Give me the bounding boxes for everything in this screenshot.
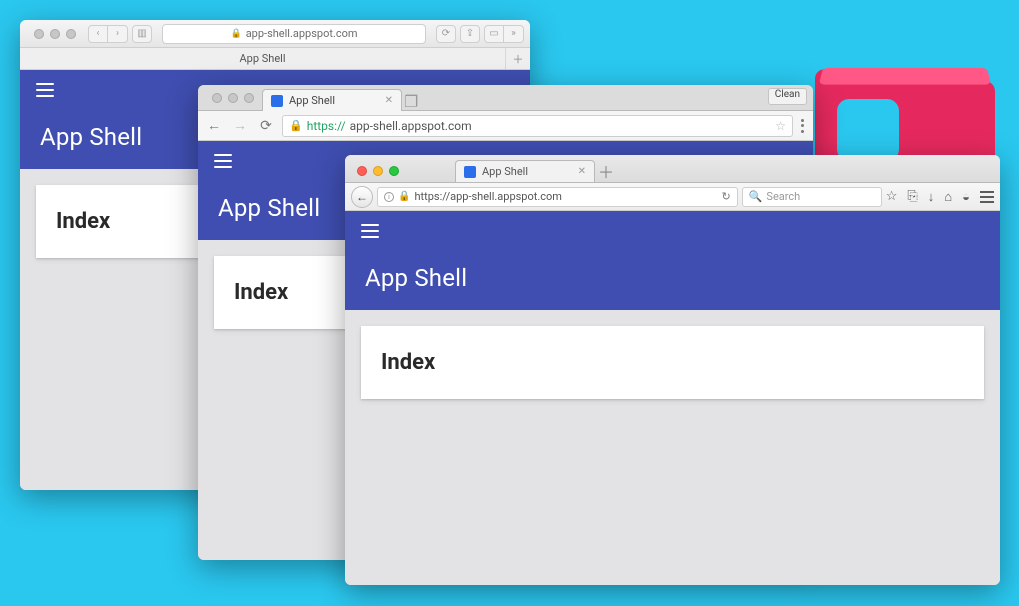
- safari-toolbar: ‹ › ▥ 🔒 app-shell.appspot.com ⟳ ⇪ ▭ »: [20, 20, 530, 48]
- tab-title: App Shell: [482, 165, 528, 178]
- bookmark-star-icon[interactable]: ☆: [775, 119, 786, 133]
- sidebar-button[interactable]: ▥: [132, 25, 152, 43]
- overflow-button[interactable]: »: [504, 25, 524, 43]
- browser-tab[interactable]: App Shell ✕: [262, 89, 402, 111]
- firefox-toolbar: ← i 🔒 https://app-shell.appspot.com ↻ 🔍 …: [345, 183, 1000, 211]
- app-title: App Shell: [365, 264, 984, 292]
- reload-button[interactable]: ⟳: [436, 25, 456, 43]
- chrome-toolbar: ← → ⟳ 🔒 https:// app-shell.appspot.com ☆: [198, 111, 813, 141]
- search-bar[interactable]: 🔍 Search: [742, 187, 882, 207]
- info-icon[interactable]: i: [384, 192, 394, 202]
- card-title: Index: [381, 350, 964, 375]
- lock-icon: 🔒: [230, 29, 241, 39]
- minimize-window-button[interactable]: [373, 166, 383, 176]
- share-button[interactable]: ⇪: [460, 25, 480, 43]
- new-tab-button[interactable]: ＋: [506, 48, 530, 69]
- tab-title: App Shell: [289, 94, 335, 107]
- new-tab-button[interactable]: ❐: [404, 92, 428, 110]
- url-host: app-shell.appspot.com: [350, 119, 472, 133]
- chrome-tabbar: App Shell ✕ ❐ Clean: [198, 85, 813, 111]
- minimize-window-button[interactable]: [228, 93, 238, 103]
- clipboard-icon[interactable]: ⎘: [907, 189, 917, 204]
- search-placeholder: Search: [766, 190, 800, 203]
- address-bar[interactable]: 🔒 https:// app-shell.appspot.com ☆: [282, 115, 793, 137]
- close-window-button[interactable]: [34, 29, 44, 39]
- lock-icon: 🔒: [398, 191, 410, 202]
- maximize-window-button[interactable]: [66, 29, 76, 39]
- hamburger-menu-icon[interactable]: [980, 191, 994, 203]
- safari-tabbar: App Shell ＋: [20, 48, 530, 70]
- downloads-icon[interactable]: ↓: [928, 189, 935, 205]
- url-text: app-shell.appspot.com: [246, 27, 358, 40]
- home-icon[interactable]: ⌂: [944, 189, 952, 205]
- hamburger-menu-icon[interactable]: [214, 154, 232, 168]
- bookmark-star-icon[interactable]: ☆: [886, 189, 898, 204]
- firefox-window: App Shell ✕ ＋ ← i 🔒 https://app-shell.ap…: [345, 155, 1000, 585]
- address-bar[interactable]: 🔒 app-shell.appspot.com: [162, 24, 426, 44]
- browser-tab[interactable]: App Shell: [20, 48, 506, 69]
- reload-button[interactable]: ⟳: [256, 116, 276, 136]
- app-header: App Shell: [345, 211, 1000, 310]
- browser-tab[interactable]: App Shell ✕: [455, 160, 595, 182]
- maximize-window-button[interactable]: [389, 166, 399, 176]
- forward-button[interactable]: →: [230, 116, 250, 136]
- lock-icon: 🔒: [289, 119, 303, 132]
- content-card: Index: [361, 326, 984, 399]
- kebab-menu-icon[interactable]: [801, 119, 807, 133]
- favicon-icon: [271, 95, 283, 107]
- back-button[interactable]: ←: [204, 116, 224, 136]
- maximize-window-button[interactable]: [244, 93, 254, 103]
- app-body: Index: [345, 310, 1000, 585]
- favicon-icon: [464, 166, 476, 178]
- back-button[interactable]: ‹: [88, 25, 108, 43]
- close-window-button[interactable]: [212, 93, 222, 103]
- minimize-window-button[interactable]: [50, 29, 60, 39]
- pocket-icon[interactable]: ◒: [962, 189, 970, 205]
- tabs-button[interactable]: ▭: [484, 25, 504, 43]
- window-controls: [26, 29, 84, 39]
- url-text: https://app-shell.appspot.com: [414, 190, 562, 203]
- close-tab-icon[interactable]: ✕: [385, 95, 393, 106]
- reload-button[interactable]: ↻: [722, 190, 731, 203]
- tab-title: App Shell: [239, 52, 285, 65]
- search-icon: 🔍: [749, 190, 763, 203]
- hamburger-menu-icon[interactable]: [361, 224, 379, 238]
- url-protocol: https://: [307, 119, 346, 133]
- back-button[interactable]: ←: [351, 186, 373, 208]
- clean-button[interactable]: Clean: [768, 88, 807, 105]
- forward-button[interactable]: ›: [108, 25, 128, 43]
- close-window-button[interactable]: [357, 166, 367, 176]
- new-tab-button[interactable]: ＋: [595, 160, 617, 182]
- close-tab-icon[interactable]: ✕: [578, 166, 586, 177]
- hamburger-menu-icon[interactable]: [36, 83, 54, 97]
- firefox-tabbar: App Shell ✕ ＋: [345, 155, 1000, 183]
- address-bar[interactable]: i 🔒 https://app-shell.appspot.com ↻: [377, 187, 738, 207]
